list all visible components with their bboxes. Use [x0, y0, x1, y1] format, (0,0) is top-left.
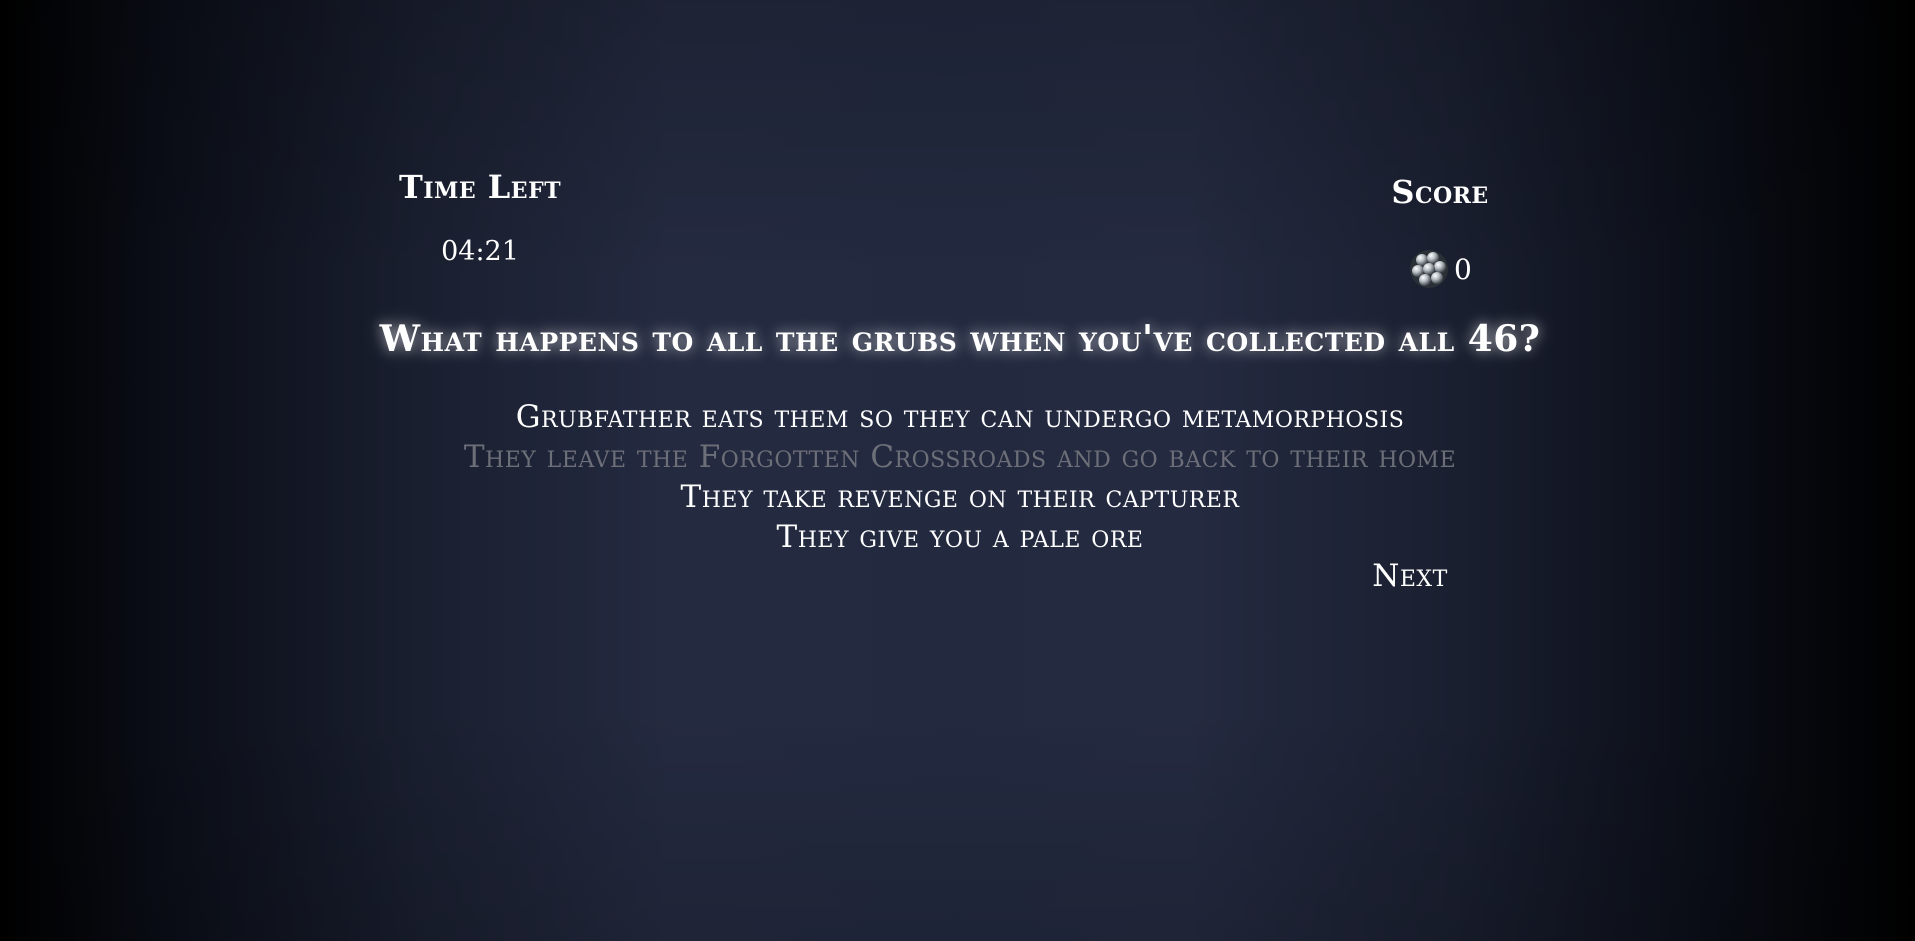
score-value: 0 — [1454, 252, 1472, 286]
score-label: Score — [1391, 173, 1489, 211]
score-display: 0 — [1408, 248, 1472, 290]
answer-option-4[interactable]: They give you a pale ore — [300, 517, 1620, 557]
time-left-label: Time Left — [398, 168, 562, 206]
time-left-value: 04:21 — [441, 236, 519, 267]
answer-option-3[interactable]: They take revenge on their capturer — [300, 477, 1620, 517]
answer-list: Grubfather eats them so they can undergo… — [300, 397, 1620, 557]
answer-option-1[interactable]: Grubfather eats them so they can undergo… — [300, 397, 1620, 437]
answer-option-2: They leave the Forgotten Crossroads and … — [463, 439, 1457, 475]
question-text: What happens to all the grubs when you'v… — [379, 318, 1541, 360]
grub-cluster-icon — [1410, 250, 1448, 288]
next-button[interactable]: Next — [1360, 558, 1460, 594]
